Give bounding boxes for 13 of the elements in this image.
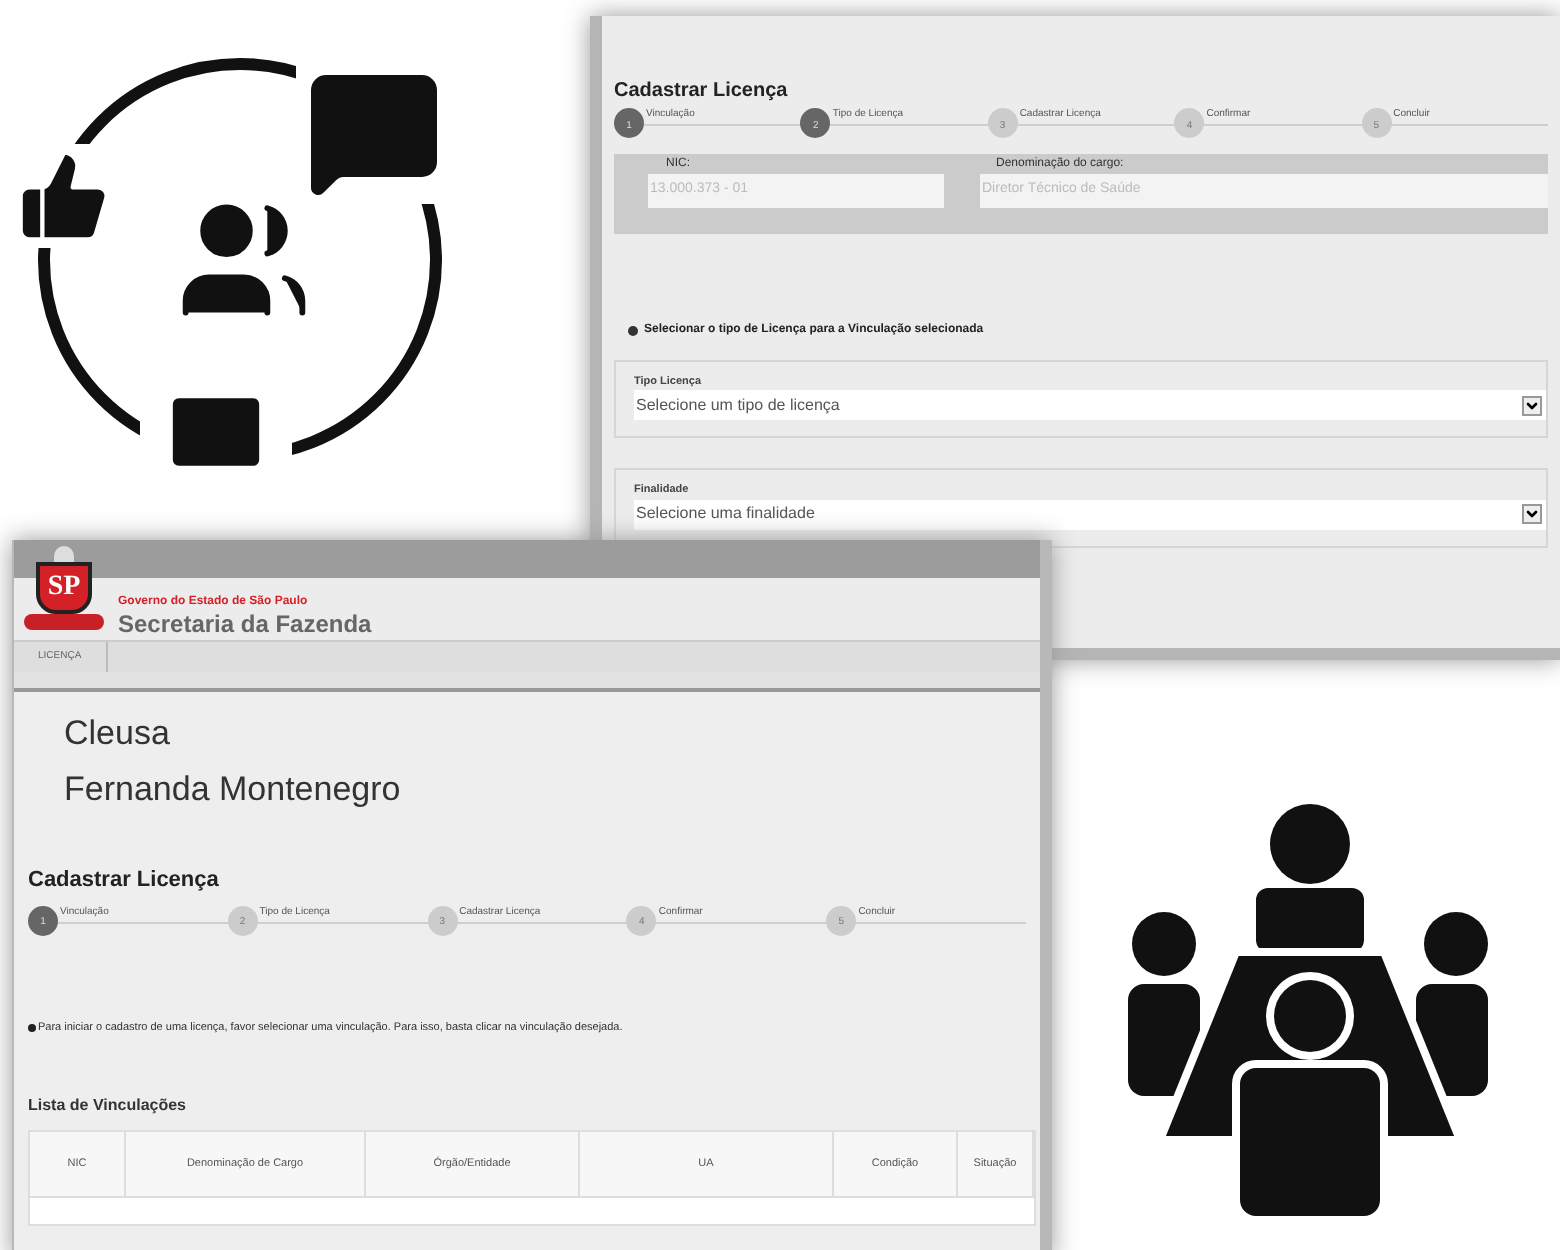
info-icon <box>28 1023 36 1032</box>
department-name: Secretaria da Fazenda <box>118 612 372 638</box>
page-title: Cadastrar Licença <box>614 78 790 106</box>
bullet-icon <box>628 326 638 336</box>
page-title: Cadastrar Licença <box>28 866 221 896</box>
select-field[interactable]: Selecione um tipo de licença <box>634 390 1546 421</box>
dropdown-icon <box>1522 395 1542 416</box>
user-name: Fernanda Montenegro <box>64 768 403 812</box>
user-name: Cleusa <box>64 712 172 756</box>
list-title: Lista de Vinculações <box>28 1093 188 1118</box>
coat-of-arms-logo: SP <box>22 546 106 642</box>
dropdown-icon <box>1522 504 1542 524</box>
select-field[interactable]: Selecione uma finalidade <box>634 499 1546 529</box>
